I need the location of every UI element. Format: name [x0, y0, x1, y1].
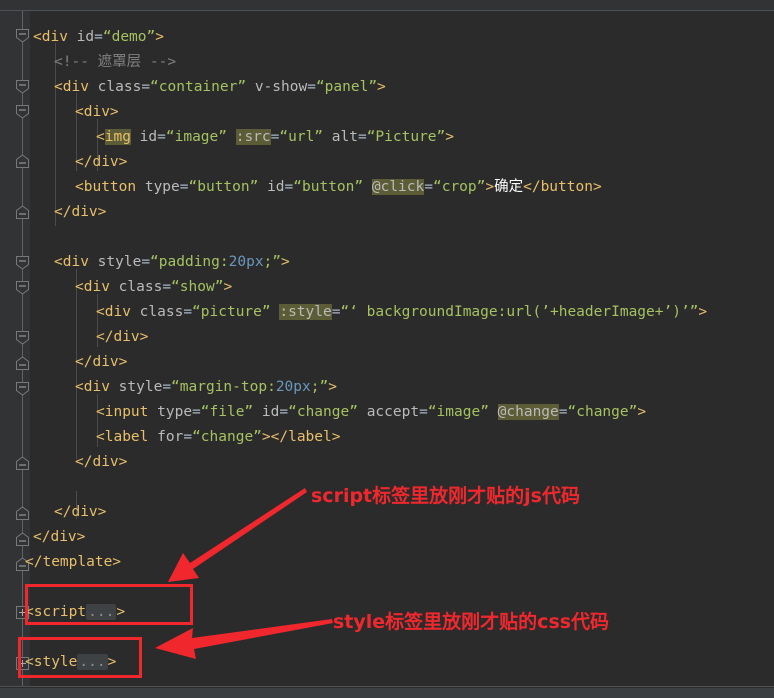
fold-collapse-icon[interactable]: [15, 280, 30, 295]
code-line[interactable]: <div style=“margin-top:20px;”>: [75, 375, 337, 400]
fold-collapse-icon[interactable]: [15, 104, 30, 119]
fold-collapse-icon[interactable]: [15, 532, 30, 547]
code-line[interactable]: <button type=“button” id=“button” @click…: [75, 175, 602, 200]
code-line[interactable]: <style... >: [25, 650, 116, 675]
bottom-separator-line: [0, 686, 774, 687]
code-line[interactable]: <div style=“padding:20px;”>: [54, 250, 290, 275]
code-line[interactable]: <div class=“container” v-show=“panel”>: [54, 75, 386, 100]
fold-collapse-icon[interactable]: [15, 456, 30, 471]
window-bottom-chrome: [0, 688, 774, 698]
code-line[interactable]: </template>: [25, 550, 121, 575]
code-line[interactable]: <div>: [75, 100, 119, 125]
window-top-chrome: [0, 0, 774, 10]
code-line[interactable]: </div>: [96, 325, 148, 350]
code-line[interactable]: <div class=“show”>: [75, 275, 232, 300]
code-line[interactable]: </div>: [75, 350, 127, 375]
code-line[interactable]: <!-- 遮罩层 -->: [54, 50, 176, 75]
fold-collapse-icon[interactable]: [15, 28, 30, 43]
code-line[interactable]: <img id=“image” :src=“url” alt=“Picture”…: [96, 125, 454, 150]
code-line[interactable]: <input type=“file” id=“change” accept=“i…: [96, 400, 646, 425]
fold-collapse-icon[interactable]: [15, 356, 30, 371]
code-line[interactable]: </div>: [33, 525, 85, 550]
fold-collapse-icon[interactable]: [15, 79, 30, 94]
code-line[interactable]: <div id=“demo”>: [33, 25, 164, 50]
fold-collapse-icon[interactable]: [15, 205, 30, 220]
code-line[interactable]: <label for=“change”></label>: [96, 425, 340, 450]
code-line[interactable]: </div>: [75, 450, 127, 475]
fold-collapse-icon[interactable]: [15, 506, 30, 521]
fold-collapse-icon[interactable]: [15, 330, 30, 345]
code-line[interactable]: </div>: [54, 500, 106, 525]
code-line[interactable]: </div>: [75, 150, 127, 175]
code-editor[interactable]: <div id=“demo”> <!-- 遮罩层 --> <div class=“c…: [0, 11, 774, 686]
fold-collapse-icon[interactable]: [15, 154, 30, 169]
code-line[interactable]: </div>: [54, 200, 106, 225]
code-line[interactable]: <div class=“picture” :style=“‘ backgroun…: [96, 300, 707, 325]
code-line[interactable]: <script... >: [25, 600, 125, 625]
fold-collapse-icon[interactable]: [15, 255, 30, 270]
gutter-edge: [30, 11, 31, 686]
fold-collapse-icon[interactable]: [15, 381, 30, 396]
